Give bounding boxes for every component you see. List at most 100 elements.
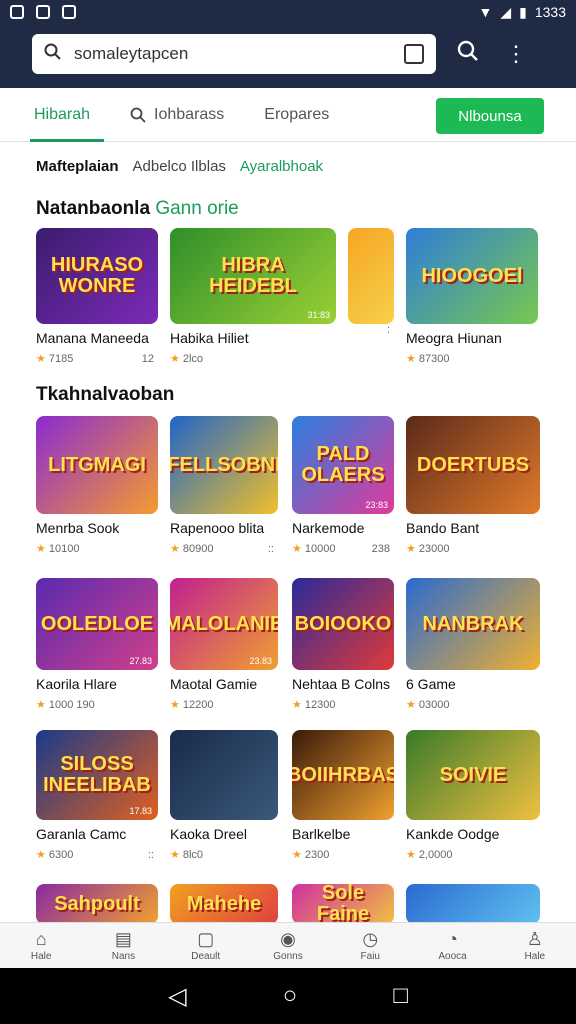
bottom-nav-item[interactable]: ⌂ Hale xyxy=(9,923,73,968)
game-name: Narkemode xyxy=(292,520,365,536)
bottom-navigation: ⌂ Hale ▤ Nans ▢ Deault ◉ Gonns ◷ Faiu ◔ Aooca ♙ Hale xyxy=(0,922,576,968)
back-icon[interactable]: ◁ xyxy=(168,982,186,1011)
checkbox-icon[interactable] xyxy=(404,44,424,64)
game-thumbnail[interactable]: PALD OLAERS 23:83 xyxy=(292,416,394,514)
game-card[interactable]: NANBRAK 6 Game ★ 03000 xyxy=(406,578,540,711)
bottom-nav-label: Faiu xyxy=(360,950,380,962)
game-card[interactable]: BOIOOKO Nehtaa B Colns ★ 12300 xyxy=(292,578,394,711)
game-rating: 87300 xyxy=(418,352,450,365)
game-thumbnail[interactable]: HIBRA HEIDEBL 31:83 xyxy=(170,228,336,324)
game-card[interactable]: HIBRA HEIDEBL 31:83 Habika Hiliet ★ 2lco xyxy=(170,228,336,365)
bottom-nav-item[interactable]: ▤ Nans xyxy=(91,923,155,968)
game-thumbnail[interactable]: Mahehe xyxy=(170,884,278,924)
bottom-nav-item[interactable]: ♙ Hale xyxy=(503,923,567,968)
search-button-icon[interactable] xyxy=(452,40,484,68)
game-card[interactable]: LITGMAGI Menrba Sook ★ 10100 xyxy=(36,416,158,555)
game-thumbnail[interactable]: FELLSOBNI xyxy=(170,416,278,514)
game-card[interactable]: SOIVIE Kankde Oodge ★ 2,0000 xyxy=(406,730,540,861)
tab-explore[interactable]: Eropares xyxy=(264,88,329,142)
star-icon: ★ xyxy=(292,849,302,861)
game-side-info: 238 xyxy=(371,542,390,555)
star-icon: ★ xyxy=(36,543,46,555)
thumbnail-badge: 23.83 xyxy=(249,655,272,666)
game-thumbnail[interactable]: BOIIHRBAS xyxy=(292,730,394,820)
game-card[interactable]: Sahpoult xyxy=(36,884,158,924)
game-card[interactable]: : xyxy=(348,228,394,336)
chip-marketplace[interactable]: Mafteplaian xyxy=(36,158,119,175)
game-art-title: LITGMAGI xyxy=(48,453,146,476)
game-meta: ★ 1000 190 xyxy=(36,698,158,712)
status-bar: ▼ ◢ ▮ 1333 xyxy=(0,0,576,24)
game-name: Menrba Sook xyxy=(36,520,120,536)
game-card[interactable]: HIOOGOEl Meogra Hiunan ★ 87300 xyxy=(406,228,538,365)
game-thumbnail[interactable]: NANBRAK xyxy=(406,578,540,670)
game-card[interactable] xyxy=(406,884,540,924)
game-card[interactable]: FELLSOBNI Rapenooo blita ★ 80900:: xyxy=(170,416,278,555)
game-meta: ★ 2300 xyxy=(292,848,394,862)
bottom-nav-item[interactable]: ◉ Gonns xyxy=(256,923,320,968)
game-meta: ★ 2lco xyxy=(170,352,336,366)
game-meta: ★ 80900:: xyxy=(170,542,278,556)
game-thumbnail[interactable] xyxy=(348,228,394,324)
star-icon: ★ xyxy=(406,353,416,365)
chip-highlight[interactable]: Ayaralbhoak xyxy=(240,158,323,175)
game-card[interactable]: PALD OLAERS 23:83 Narkemode ★ 10000 238 xyxy=(292,416,394,555)
game-meta: ★ 2,0000 xyxy=(406,848,540,862)
game-art-title: HIOOGOEl xyxy=(421,264,523,287)
game-rating: 1000 190 xyxy=(48,698,95,711)
star-icon: ★ xyxy=(170,543,180,555)
app-icon xyxy=(62,5,76,19)
game-card[interactable]: Sole Faine xyxy=(292,884,394,924)
install-button[interactable]: Nlbounsa xyxy=(436,98,544,134)
game-art-title: NANBRAK xyxy=(422,612,524,635)
game-card[interactable]: OOLEDLOE 27.83 Kaorila Hlare ★ 1000 190 xyxy=(36,578,158,711)
game-thumbnail[interactable]: MALOLANIE 23.83 xyxy=(170,578,278,670)
star-icon: ★ xyxy=(36,849,46,861)
game-thumbnail[interactable]: LITGMAGI xyxy=(36,416,158,514)
chip-category[interactable]: Adbelco Ilblas xyxy=(133,158,226,175)
game-thumbnail[interactable]: SILOSS INEELIBAB 17.83 xyxy=(36,730,158,820)
game-art-title: SILOSS INEELIBAB xyxy=(43,753,151,796)
bottom-nav-item[interactable]: ◔ Aooca xyxy=(421,923,485,968)
game-art-title: FELLSOBNI xyxy=(170,453,278,476)
thumbnail-badge: 17.83 xyxy=(129,805,152,816)
bottom-nav-item[interactable]: ▢ Deault xyxy=(174,923,238,968)
recents-icon[interactable]: □ xyxy=(393,982,408,1010)
game-card[interactable]: MALOLANIE 23.83 Maotal Gamie ★ 12200 xyxy=(170,578,278,711)
status-time: 1333 xyxy=(534,4,566,20)
game-meta: ★ 7185 12 xyxy=(36,352,158,366)
search-input[interactable]: somaleytapcen xyxy=(74,44,392,64)
game-rating: 80900 xyxy=(182,542,214,555)
game-thumbnail[interactable]: Sahpoult xyxy=(36,884,158,924)
game-card[interactable]: Mahehe xyxy=(170,884,278,924)
battery-icon: ▮ xyxy=(519,3,527,20)
game-thumbnail[interactable]: BOIOOKO xyxy=(292,578,394,670)
game-card[interactable]: HIURASO WONRE Manana Maneeda ★ 7185 12 xyxy=(36,228,158,365)
game-thumbnail[interactable] xyxy=(170,730,278,820)
bottom-nav-item[interactable]: ◷ Faiu xyxy=(338,923,402,968)
game-name: Kaorila Hlare xyxy=(36,676,117,692)
home-circle-icon[interactable]: ○ xyxy=(283,982,298,1010)
game-meta: ★ 8lc0 xyxy=(170,848,278,862)
game-thumbnail[interactable]: OOLEDLOE 27.83 xyxy=(36,578,158,670)
game-thumbnail[interactable]: SOIVIE xyxy=(406,730,540,820)
game-card[interactable]: Kaoka Dreel ★ 8lc0 xyxy=(170,730,278,861)
game-art-title: Mahehe xyxy=(186,892,262,915)
more-options-icon[interactable]: ⋮ xyxy=(500,41,532,67)
game-card[interactable]: SILOSS INEELIBAB 17.83 Garanla Camc ★ 6300:: xyxy=(36,730,158,861)
game-thumbnail[interactable]: DOERTUBS xyxy=(406,416,540,514)
game-art-title: HIURASO WONRE xyxy=(50,254,144,297)
game-card[interactable]: DOERTUBS Bando Bant ★ 23000 xyxy=(406,416,540,555)
game-thumbnail[interactable]: HIOOGOEl xyxy=(406,228,538,324)
thumbnail-badge: 27.83 xyxy=(129,655,152,666)
game-thumbnail[interactable]: HIURASO WONRE xyxy=(36,228,158,324)
star-icon: ★ xyxy=(406,699,416,711)
game-meta: ★ 87300 xyxy=(406,352,538,366)
tab-search[interactable]: Iohbarass xyxy=(130,88,224,142)
search-bar[interactable]: somaleytapcen xyxy=(32,34,436,74)
game-art-title: BOIIHRBAS xyxy=(292,763,394,786)
game-thumbnail[interactable] xyxy=(406,884,540,924)
game-card[interactable]: BOIIHRBAS Barlkelbe ★ 2300 xyxy=(292,730,394,861)
game-thumbnail[interactable]: Sole Faine xyxy=(292,884,394,924)
tab-home[interactable]: Hibarah xyxy=(29,88,105,142)
